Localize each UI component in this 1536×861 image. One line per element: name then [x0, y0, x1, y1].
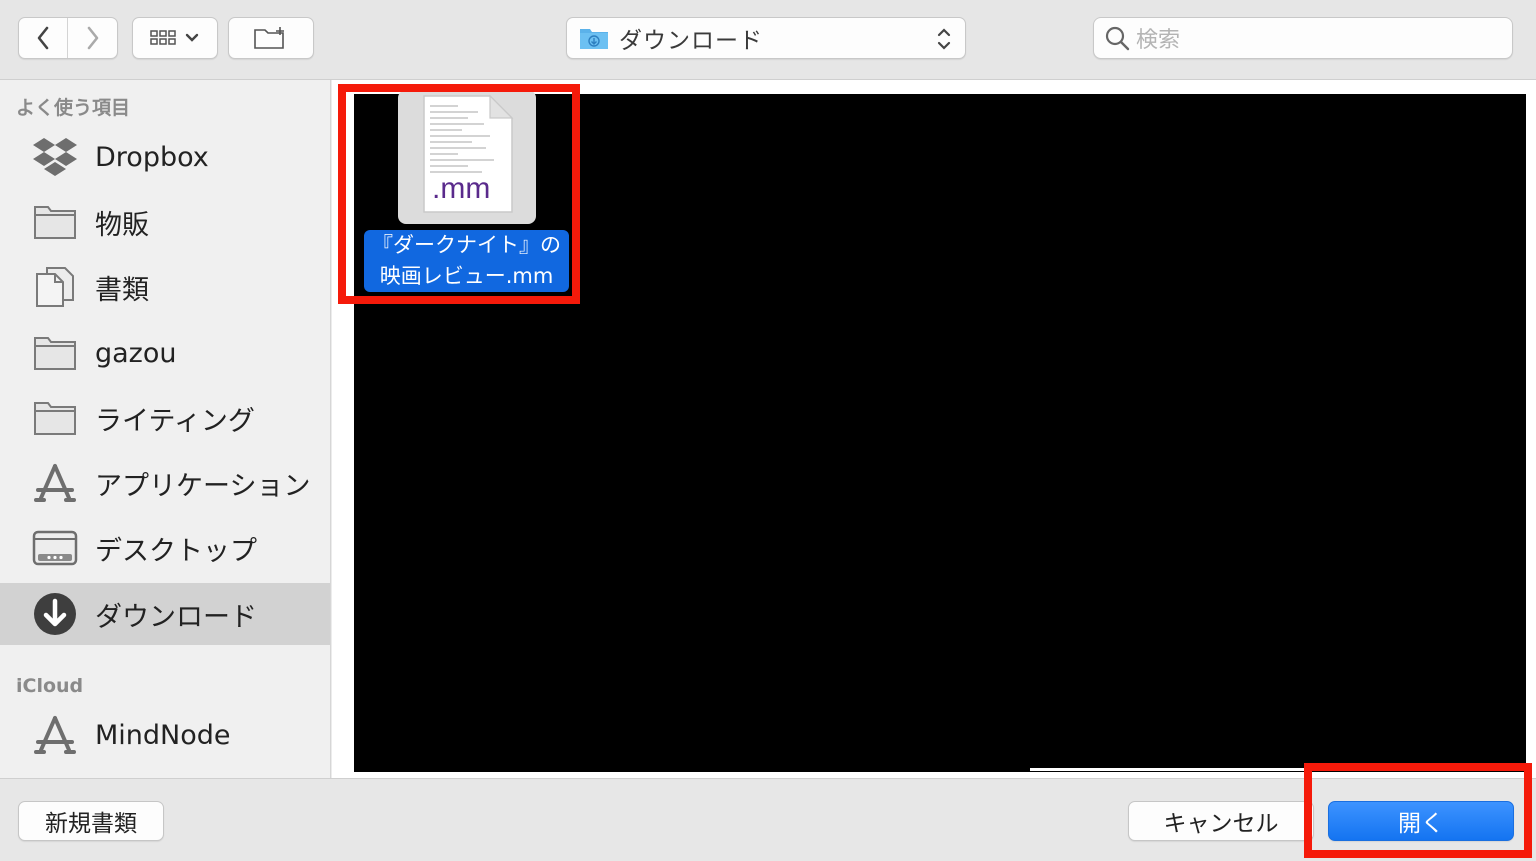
search-placeholder: 検索: [1136, 28, 1181, 53]
folder-icon: [31, 198, 79, 246]
desktop-icon: [31, 524, 79, 572]
applications-icon: [31, 711, 79, 759]
applications-icon: [31, 459, 79, 507]
new-folder-icon: [254, 27, 284, 49]
sidebar-item-label: Dropbox: [95, 141, 209, 173]
nav-buttons: [18, 17, 118, 59]
sidebar-item-dropbox[interactable]: Dropbox: [0, 126, 330, 188]
chevron-down-icon: [185, 33, 199, 42]
new-folder-button[interactable]: [228, 17, 314, 59]
documents-icon: [31, 263, 79, 311]
downloads-folder-icon: [580, 29, 608, 49]
new-document-button[interactable]: 新規書類: [18, 801, 164, 841]
sidebar-item-downloads[interactable]: ダウンロード: [0, 583, 330, 645]
forward-button[interactable]: [68, 18, 117, 58]
highlight-box-file: [338, 84, 580, 304]
folder-icon: [31, 329, 79, 377]
downloads-icon: [31, 590, 79, 638]
sidebar-item-applications[interactable]: アプリケーション: [0, 452, 330, 514]
sidebar-item-label: 書類: [95, 274, 149, 306]
search-input[interactable]: 検索: [1093, 17, 1513, 59]
sidebar-item-buppan[interactable]: 物販: [0, 191, 330, 253]
sidebar-item-gazou[interactable]: gazou: [0, 322, 330, 384]
sidebar-item-label: デスクトップ: [95, 535, 257, 567]
sidebar-item-documents[interactable]: 書類: [0, 256, 330, 318]
toolbar: ダウンロード 検索: [0, 0, 1536, 80]
open-file-dialog: ダウンロード 検索 よく使う項目 Dropbox 物販 書類 gazou ライテ…: [0, 0, 1536, 861]
icon-grid-icon: [150, 30, 176, 45]
cancel-button[interactable]: キャンセル: [1128, 801, 1314, 841]
sidebar-item-desktop[interactable]: デスクトップ: [0, 517, 330, 579]
highlight-box-open-button: [1304, 763, 1532, 858]
sidebar-item-label: MindNode: [95, 719, 231, 751]
location-label: ダウンロード: [619, 28, 763, 54]
sidebar-item-label: アプリケーション: [95, 470, 311, 502]
sidebar-item-writing[interactable]: ライティング: [0, 387, 330, 449]
chevron-right-icon: [87, 26, 98, 50]
location-popup[interactable]: ダウンロード: [566, 17, 966, 59]
dropbox-icon: [31, 133, 79, 181]
sidebar-item-label: 物販: [95, 209, 149, 241]
sidebar-item-label: ダウンロード: [95, 601, 257, 633]
view-mode-button[interactable]: [132, 17, 218, 59]
favorites-heading: よく使う項目: [16, 97, 131, 119]
chevron-left-icon: [37, 26, 49, 50]
folder-icon: [31, 394, 79, 442]
sidebar-item-label: gazou: [95, 337, 177, 369]
back-button[interactable]: [19, 18, 68, 58]
search-icon: [1105, 26, 1130, 51]
up-down-chevron-icon: [937, 28, 951, 50]
sidebar-item-mindnode[interactable]: MindNode: [0, 704, 330, 766]
icloud-heading: iCloud: [16, 675, 84, 697]
sidebar-item-label: ライティング: [95, 405, 255, 437]
sidebar: よく使う項目 Dropbox 物販 書類 gazou ライティング アプリケーシ…: [0, 80, 331, 778]
